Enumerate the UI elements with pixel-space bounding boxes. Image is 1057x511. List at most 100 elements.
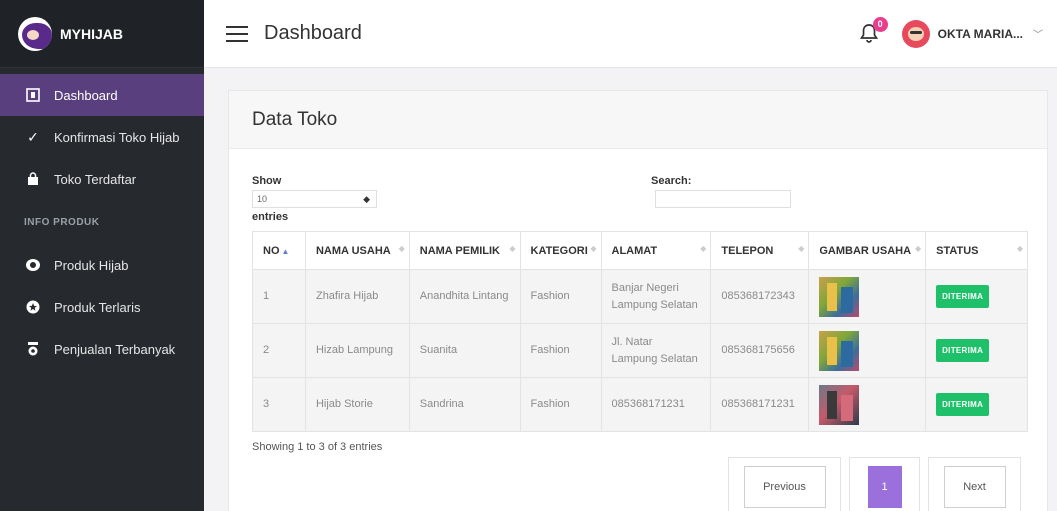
table-controls: Show 10 ◆ entries Search: — [229, 149, 1047, 231]
sort-icon: ◆ — [398, 244, 405, 253]
sidebar-item-penjualan-terbanyak[interactable]: Penjualan Terbanyak — [0, 328, 204, 370]
cell-no: 3 — [252, 377, 306, 432]
cell-status: DITERIMA — [925, 323, 1028, 378]
sidebar-item-label: Dashboard — [54, 87, 118, 103]
shop-bag-icon — [24, 172, 42, 186]
chevron-down-icon[interactable]: ﹀ — [1033, 26, 1043, 41]
brand-logo-icon — [18, 16, 52, 51]
notification-count-badge: 0 — [872, 16, 888, 32]
sidebar: MYHIJAB Dashboard ✓ Konfirmasi Toko Hija… — [0, 0, 204, 511]
cell-gambar-usaha — [808, 377, 927, 432]
cell-gambar-usaha — [808, 323, 927, 378]
sort-icon: ◆ — [700, 244, 707, 253]
pagination-page: 1 — [849, 457, 920, 511]
sort-icon: ◆ — [914, 244, 922, 253]
select-arrows-icon: ◆ — [363, 193, 370, 204]
sidebar-item-label: Toko Terdaftar — [54, 171, 137, 187]
column-header-status[interactable]: STATUS ◆ — [925, 231, 1028, 270]
sidebar-item-produk-terlaris[interactable]: Produk Terlaris — [0, 286, 204, 328]
cell-nama-usaha: Zhafira Hijab — [304, 269, 410, 324]
sort-icon: ◆ — [590, 244, 597, 253]
cell-kategori: Fashion — [519, 323, 602, 378]
cell-no: 1 — [252, 269, 306, 324]
status-badge: DITERIMA — [936, 339, 990, 362]
column-header-gambar-usaha[interactable]: GAMBAR USAHA ◆ — [808, 231, 927, 270]
pagination-previous: Previous — [728, 457, 841, 511]
entries-label: entries — [252, 211, 289, 223]
cell-nama-usaha: Hizab Lampung — [304, 323, 410, 378]
card-title: Data Toko — [229, 91, 1047, 149]
data-toko-table: NO ▲ NAMA USAHA ◆ NAMA PEMILIK ◆ KATEGORI ◆ … — [252, 231, 1028, 432]
cell-status: DITERIMA — [925, 269, 1028, 324]
cell-no: 2 — [252, 323, 306, 378]
sort-icon: ◆ — [1016, 244, 1023, 253]
sidebar-item-label: Produk Terlaris — [54, 299, 141, 315]
cell-kategori: Fashion — [519, 377, 602, 432]
sidebar-item-konfirmasi[interactable]: ✓ Konfirmasi Toko Hijab — [0, 116, 204, 158]
previous-button[interactable]: Previous — [743, 466, 826, 508]
entries-select-value: 10 — [257, 194, 268, 204]
section-info-produk: INFO PRODUK — [24, 216, 100, 228]
sidebar-nav: Dashboard ✓ Konfirmasi Toko Hijab Toko T… — [0, 68, 204, 370]
data-toko-card: Data Toko Show 10 ◆ entries Search: NO ▲ … — [228, 90, 1048, 511]
cell-status: DITERIMA — [925, 377, 1028, 432]
show-label: Show — [252, 175, 282, 187]
sidebar-item-produk-hijab[interactable]: Produk Hijab — [0, 244, 204, 286]
cell-nama-pemilik: Sandrina — [408, 377, 521, 432]
table-header-row: NO ▲ NAMA USAHA ◆ NAMA PEMILIK ◆ KATEGORI ◆ … — [252, 231, 1028, 270]
sidebar-item-toko-terdaftar[interactable]: Toko Terdaftar — [0, 158, 204, 200]
topbar: Dashboard 0 OKTA MARIA... ﹀ — [204, 0, 1057, 68]
cell-telepon: 085368171231 — [710, 377, 810, 432]
page-1-button[interactable]: 1 — [867, 466, 902, 508]
page-title: Dashboard — [264, 22, 362, 44]
pagination-next: Next — [928, 457, 1021, 511]
sidebar-item-label: Penjualan Terbanyak — [54, 341, 176, 357]
next-button[interactable]: Next — [943, 466, 1006, 508]
column-header-nama-pemilik[interactable]: NAMA PEMILIK ◆ — [408, 231, 521, 270]
status-badge: DITERIMA — [936, 285, 990, 308]
star-icon — [24, 300, 42, 314]
trophy-icon — [24, 342, 42, 356]
cell-gambar-usaha — [808, 269, 927, 324]
column-header-kategori[interactable]: KATEGORI ◆ — [519, 231, 602, 270]
cell-telepon: 085368175656 — [710, 323, 810, 378]
user-name[interactable]: OKTA MARIA... — [938, 27, 1023, 41]
sort-icon: ◆ — [509, 244, 516, 253]
cell-kategori: Fashion — [519, 269, 602, 324]
topbar-right: 0 OKTA MARIA... ﹀ — [858, 16, 1057, 48]
shop-image[interactable] — [819, 330, 860, 371]
status-badge: DITERIMA — [936, 393, 990, 416]
cell-alamat: Jl. Natar Lampung Selatan — [600, 323, 712, 378]
sidebar-item-dashboard[interactable]: Dashboard — [0, 74, 204, 116]
search-input[interactable] — [655, 190, 791, 208]
cell-alamat: Banjar Negeri Lampung Selatan — [600, 269, 712, 324]
entries-select[interactable]: 10 ◆ — [252, 190, 377, 208]
sidebar-item-label: Konfirmasi Toko Hijab — [54, 129, 180, 145]
notification-bell-icon[interactable]: 0 — [858, 16, 888, 46]
sort-asc-icon: ▲ — [281, 246, 290, 256]
shop-image[interactable] — [819, 384, 860, 425]
hamburger-menu-icon[interactable] — [226, 25, 248, 42]
cell-alamat: 085368171231 — [600, 377, 712, 432]
check-icon: ✓ — [27, 128, 39, 145]
hijab-icon — [24, 258, 42, 272]
brand-name: MYHIJAB — [60, 25, 124, 42]
table-info: Showing 1 to 3 of 3 entries — [252, 441, 383, 453]
table-row: 3 Hijab Storie Sandrina Fashion 08536817… — [252, 377, 1028, 432]
column-header-no[interactable]: NO ▲ — [252, 231, 306, 270]
column-header-nama-usaha[interactable]: NAMA USAHA ◆ — [304, 231, 410, 270]
cell-nama-pemilik: Anandhita Lintang — [408, 269, 521, 324]
column-header-alamat[interactable]: ALAMAT ◆ — [600, 231, 712, 270]
cell-nama-pemilik: Suanita — [408, 323, 521, 378]
search-label: Search: — [651, 175, 692, 187]
sort-icon: ◆ — [798, 244, 805, 253]
column-header-telepon[interactable]: TELEPON ◆ — [710, 231, 810, 270]
table-row: 1 Zhafira Hijab Anandhita Lintang Fashio… — [252, 269, 1028, 324]
cell-nama-usaha: Hijab Storie — [304, 377, 410, 432]
table-row: 2 Hizab Lampung Suanita Fashion Jl. Nata… — [252, 323, 1028, 378]
avatar[interactable] — [901, 19, 930, 48]
shop-image[interactable] — [819, 276, 860, 317]
brand[interactable]: MYHIJAB — [0, 0, 204, 68]
sidebar-item-label: Produk Hijab — [54, 257, 129, 273]
cell-telepon: 085368172343 — [710, 269, 810, 324]
